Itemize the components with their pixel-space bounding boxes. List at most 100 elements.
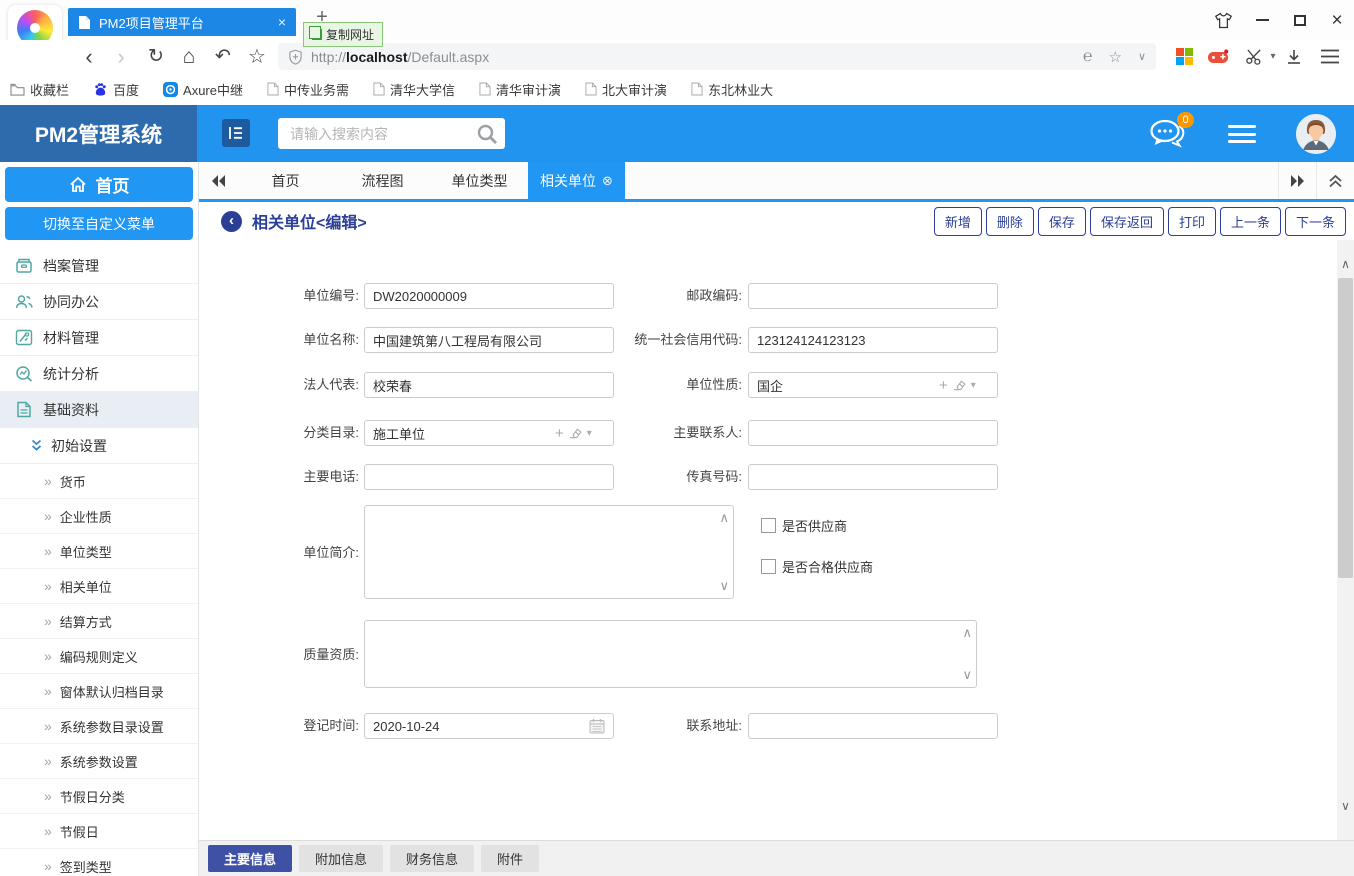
messages-button[interactable]: 0 xyxy=(1148,117,1190,153)
scrollbar-up-icon[interactable]: ∧ xyxy=(1337,254,1354,274)
unit-name-input[interactable] xyxy=(364,327,614,353)
ie-mode-icon[interactable]: ℮ xyxy=(1083,48,1093,66)
form-scrollbar[interactable]: ∧ ∨ xyxy=(1337,240,1354,840)
refresh-icon[interactable]: ↻ xyxy=(141,40,171,73)
tabs-collapse-icon[interactable] xyxy=(1316,162,1354,199)
main-phone-input[interactable] xyxy=(364,464,614,490)
home-icon[interactable]: ⌂ xyxy=(174,40,204,73)
tab-additional-info[interactable]: 附加信息 xyxy=(299,845,383,872)
next-record-button[interactable]: 下一条 xyxy=(1285,207,1346,236)
combo-dropdown-icon[interactable]: ▾ xyxy=(587,428,592,439)
address-bar[interactable]: http://localhost/Default.aspx ℮ ☆ ∨ xyxy=(278,43,1156,70)
skin-theme-button[interactable] xyxy=(1204,0,1242,40)
intro-textarea[interactable]: ∧ ∨ xyxy=(364,505,734,599)
scroll-up-icon[interactable]: ∧ xyxy=(962,625,972,641)
sidebar-subitem-holiday-category[interactable]: »节假日分类 xyxy=(0,779,199,814)
tab-home[interactable]: 首页 xyxy=(237,162,334,199)
download-icon[interactable] xyxy=(1278,40,1310,73)
sidebar-item-collaboration[interactable]: 协同办公 xyxy=(0,284,199,320)
combo-dropdown-icon[interactable]: ▾ xyxy=(971,380,976,391)
sidebar-subitem-sysparam-catalog[interactable]: »系统参数目录设置 xyxy=(0,709,199,744)
close-button[interactable]: × xyxy=(1318,0,1354,40)
delete-button[interactable]: 删除 xyxy=(986,207,1034,236)
print-button[interactable]: 打印 xyxy=(1168,207,1216,236)
sidebar-item-archive[interactable]: 档案管理 xyxy=(0,248,199,284)
address-input[interactable] xyxy=(748,713,998,739)
game-center-icon[interactable] xyxy=(1202,40,1234,73)
sidebar-subitem-sysparam[interactable]: »系统参数设置 xyxy=(0,744,199,779)
reg-date-input[interactable] xyxy=(364,713,614,739)
favorite-icon[interactable]: ☆ xyxy=(242,40,272,73)
tab-close-icon[interactable]: ⊗ xyxy=(602,173,613,189)
add-button[interactable]: 新增 xyxy=(934,207,982,236)
sidebar-collapse-button[interactable] xyxy=(222,119,250,147)
sidebar-subitem-currency[interactable]: »货币 xyxy=(0,464,199,499)
sidebar-subitem-unit-type[interactable]: »单位类型 xyxy=(0,534,199,569)
postal-code-input[interactable] xyxy=(748,283,998,309)
credit-code-input[interactable] xyxy=(748,327,998,353)
bookmark-baidu[interactable]: 百度 xyxy=(93,80,139,99)
sidebar-subitem-default-archive[interactable]: »窗体默认归档目录 xyxy=(0,674,199,709)
scrollbar-down-icon[interactable]: ∨ xyxy=(1337,796,1354,816)
sidebar-subitem-settlement[interactable]: »结算方式 xyxy=(0,604,199,639)
switch-custom-menu-button[interactable]: 切换至自定义菜单 xyxy=(5,207,193,240)
bookmark-favorites-folder[interactable]: 收藏栏 xyxy=(10,80,69,99)
bookmark-page-4[interactable]: 北大审计演 xyxy=(585,80,667,99)
sidebar-subitem-checkin-type[interactable]: »签到类型 xyxy=(0,849,199,876)
previous-record-button[interactable]: 上一条 xyxy=(1220,207,1281,236)
tab-flowchart[interactable]: 流程图 xyxy=(334,162,431,199)
browser-menu-icon[interactable] xyxy=(1314,40,1346,73)
sidebar-home-button[interactable]: 首页 xyxy=(5,167,193,202)
combo-add-icon[interactable]: + xyxy=(555,425,564,442)
supplier-checkbox[interactable] xyxy=(761,518,776,533)
search-input[interactable] xyxy=(278,118,505,149)
user-avatar[interactable] xyxy=(1296,114,1336,154)
sidebar-item-statistics[interactable]: 统计分析 xyxy=(0,356,199,392)
bookmark-page-2[interactable]: 清华大学信 xyxy=(373,80,455,99)
maximize-button[interactable] xyxy=(1281,0,1319,40)
sidebar-subitem-coding-rules[interactable]: »编码规则定义 xyxy=(0,639,199,674)
undo-icon[interactable]: ↶ xyxy=(208,40,238,73)
scroll-down-icon[interactable]: ∨ xyxy=(962,667,972,683)
unit-code-input[interactable] xyxy=(364,283,614,309)
bookmark-page-5[interactable]: 东北林业大 xyxy=(691,80,773,99)
scroll-up-icon[interactable]: ∧ xyxy=(719,510,729,526)
quality-textarea[interactable]: ∧ ∨ xyxy=(364,620,977,688)
combo-clear-icon[interactable] xyxy=(569,427,582,439)
scroll-down-icon[interactable]: ∨ xyxy=(719,578,729,594)
qualified-supplier-checkbox[interactable] xyxy=(761,559,776,574)
windows-logo-icon[interactable] xyxy=(1168,40,1200,73)
tab-unit-type[interactable]: 单位类型 xyxy=(431,162,528,199)
tab-close-icon[interactable]: × xyxy=(278,14,286,30)
sidebar-subitem-holiday[interactable]: »节假日 xyxy=(0,814,199,849)
save-button[interactable]: 保存 xyxy=(1038,207,1086,236)
tab-related-units[interactable]: 相关单位 ⊗ xyxy=(528,162,625,199)
sidebar-subitem-enterprise-nature[interactable]: »企业性质 xyxy=(0,499,199,534)
search-icon[interactable] xyxy=(475,122,499,146)
tab-main-info[interactable]: 主要信息 xyxy=(208,845,292,872)
sidebar-item-materials[interactable]: 材料管理 xyxy=(0,320,199,356)
tab-financial-info[interactable]: 财务信息 xyxy=(390,845,474,872)
bookmark-page-3[interactable]: 清华审计演 xyxy=(479,80,561,99)
browser-tab[interactable]: PM2项目管理平台 × xyxy=(68,8,296,36)
back-icon[interactable]: ‹ xyxy=(74,40,104,73)
tabs-scroll-left-icon[interactable] xyxy=(199,162,237,199)
app-menu-icon[interactable] xyxy=(1228,125,1256,143)
back-circle-icon[interactable]: ‹ xyxy=(221,211,242,232)
sidebar-subitem-related-units[interactable]: »相关单位 xyxy=(0,569,199,604)
combo-clear-icon[interactable] xyxy=(953,379,966,391)
legal-rep-input[interactable] xyxy=(364,372,614,398)
fax-input[interactable] xyxy=(748,464,998,490)
scrollbar-thumb[interactable] xyxy=(1338,278,1353,578)
main-contact-input[interactable] xyxy=(748,420,998,446)
bookmark-axure[interactable]: Axure中继 xyxy=(163,80,243,99)
tabs-scroll-right-icon[interactable] xyxy=(1278,162,1316,199)
bookmark-page-1[interactable]: 中传业务需 xyxy=(267,80,349,99)
addr-dropdown-icon[interactable]: ∨ xyxy=(1138,50,1146,63)
bookmark-star-icon[interactable]: ☆ xyxy=(1108,48,1121,66)
sidebar-group-initial-settings[interactable]: 初始设置 xyxy=(0,428,199,464)
sidebar-item-basedata[interactable]: 基础资料 xyxy=(0,392,199,428)
save-return-button[interactable]: 保存返回 xyxy=(1090,207,1164,236)
tab-attachments[interactable]: 附件 xyxy=(481,845,539,872)
calendar-icon[interactable] xyxy=(589,718,605,734)
